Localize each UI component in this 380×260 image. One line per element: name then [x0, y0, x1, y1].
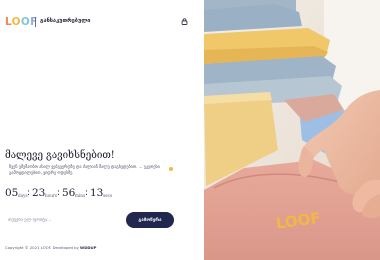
countdown-days-value: 05 [5, 187, 19, 199]
countdown-timer: 05 days : 23 hours : 56 mins : 13 secs [5, 187, 205, 201]
logo-letter: F [30, 16, 38, 28]
logo-letter: O [11, 16, 21, 28]
brand-tagline: განსაკუთრებული [40, 18, 91, 24]
header-divider [35, 17, 36, 27]
logo-letter: L [5, 16, 12, 28]
decorative-dot [169, 167, 173, 171]
countdown-hours-value: 23 [32, 187, 46, 199]
page-title: მალევე გავიხსნებით! [5, 150, 115, 161]
countdown-seconds-label: secs [103, 193, 113, 198]
developer-link[interactable]: WDDUP [80, 245, 96, 250]
countdown-separator: : [57, 188, 60, 198]
countdown-seconds-value: 13 [90, 187, 104, 199]
coming-soon-panel: LOOF განსაკუთრებული მალევე გავიხსნებით! … [0, 0, 204, 260]
copyright-text: Copyright © 2021 LOOF. Developed by [5, 245, 79, 250]
countdown-separator: : [85, 188, 88, 198]
countdown-minutes-value: 56 [62, 187, 76, 199]
logo-letter: O [20, 16, 31, 28]
countdown-separator: : [27, 188, 30, 198]
footer-copyright: Copyright © 2021 LOOF. Developed by WDDU… [5, 245, 96, 251]
folded-shirts-photo: LOOF [204, 0, 380, 260]
subscribe-button[interactable]: გამოწერა [126, 212, 174, 228]
page-description: ჩვენ ვმუშაობთ ახალ ვებგვერდზე და ძალიან … [9, 164, 160, 175]
email-field[interactable] [8, 213, 116, 227]
hero-photo: LOOF [204, 0, 380, 260]
countdown-hours-label: hours [45, 193, 58, 198]
lock-icon[interactable] [181, 18, 188, 25]
countdown-minutes-label: mins [75, 193, 86, 198]
logo[interactable]: LOOF [5, 16, 38, 28]
